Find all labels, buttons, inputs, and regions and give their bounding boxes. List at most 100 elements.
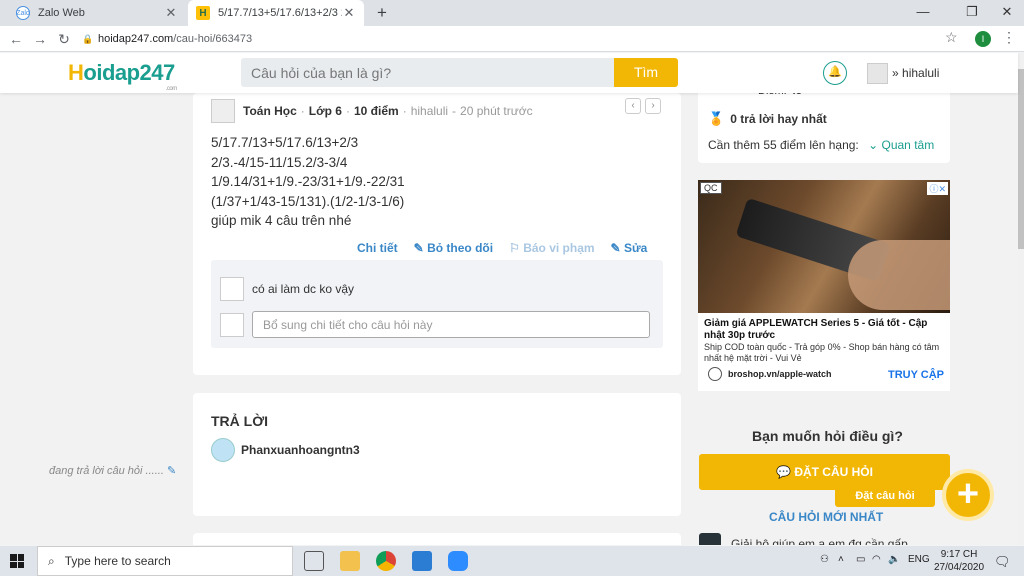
windows-start-icon[interactable] [10, 554, 24, 568]
ad-badge: QC [700, 182, 722, 194]
task-view-icon[interactable] [304, 551, 324, 571]
best-answers: 🏅 0 trả lời hay nhất [708, 111, 827, 126]
browser-tab-bar: Zalo Zalo Web ✕ H 5/17.7/13+5/17.6/13+2/… [0, 0, 1024, 26]
edit-button[interactable]: ✎ Sửa [611, 241, 648, 255]
close-window-icon[interactable]: ✕ [990, 0, 1024, 26]
word-icon[interactable] [412, 551, 432, 571]
minimize-icon[interactable]: — [906, 0, 940, 26]
site-logo[interactable]: Hoidap247 .com [68, 60, 177, 92]
answerer-avatar [211, 438, 235, 462]
tray-chevron-icon[interactable]: ˄ [838, 554, 844, 565]
tab-zalo-web[interactable]: Zalo Zalo Web ✕ [8, 0, 186, 26]
search-icon: ⌕ [48, 553, 55, 568]
grade-link[interactable]: Lớp 6 [309, 104, 342, 118]
flag-icon: ⚐ [509, 241, 520, 255]
answerer[interactable]: Phanxuanhoangntn3 [211, 438, 360, 462]
new-tab-icon[interactable]: + [372, 3, 392, 23]
address-bar: ← → ↻ 🔒 hoidap247.com /cau-hoi/663473 ☆ … [0, 26, 1024, 52]
comment-input[interactable]: Bổ sung chi tiết cho câu hỏi này [252, 311, 650, 338]
asker-avatar[interactable] [211, 99, 235, 123]
medal-icon: 🏅 [708, 111, 725, 126]
close-tab-icon[interactable]: ✕ [164, 5, 178, 21]
file-explorer-icon[interactable] [340, 551, 360, 571]
points-label: 10 điểm [353, 104, 399, 118]
asker-name[interactable]: hihaluli [411, 104, 448, 118]
restore-icon[interactable]: ❐ [955, 0, 989, 26]
report-button[interactable]: ⚐ Báo vi phạm [509, 241, 594, 255]
next-question-icon[interactable]: › [645, 98, 661, 114]
zoom-icon[interactable] [448, 551, 468, 571]
ad-title[interactable]: Giảm giá APPLEWATCH Series 5 - Giá tốt -… [704, 318, 948, 342]
chat-icon: 💬 [776, 465, 791, 479]
subject-link[interactable]: Toán Học [243, 104, 297, 118]
ad-image[interactable]: QC ⓘ✕ [698, 180, 950, 313]
close-tab-icon[interactable]: ✕ [342, 5, 356, 21]
globe-icon [708, 367, 722, 381]
ad-banner[interactable]: QC ⓘ✕ Giảm giá APPLEWATCH Series 5 - Giá… [698, 180, 950, 391]
page-scrollbar[interactable] [1018, 53, 1024, 545]
commenter-avatar[interactable] [220, 277, 244, 301]
url-path: /cau-hoi/663473 [173, 33, 253, 45]
unfollow-button[interactable]: ✎ Bỏ theo dõi [414, 241, 493, 255]
next-card [193, 533, 681, 545]
chrome-icon[interactable] [376, 551, 396, 571]
site-header: Hoidap247 .com Câu hỏi của bạn là gì? Tìm… [0, 53, 1018, 93]
question-time: 20 phút trước [460, 104, 533, 118]
answers-heading: TRẢ LỜI [211, 413, 269, 429]
tray-people-icon[interactable]: ⚇ [820, 554, 829, 565]
detail-button[interactable]: Chi tiết [357, 241, 398, 255]
question-card: Toán Học · Lớp 6 · 10 điểm · hihaluli - … [193, 93, 681, 375]
follow-button[interactable]: ⌄ Quan tâm [868, 138, 934, 152]
lock-icon: 🔒 [82, 33, 94, 44]
answers-card: TRẢ LỜI Phanxuanhoangntn3 [193, 393, 681, 516]
page-viewport: Hoidap247 .com Câu hỏi của bạn là gì? Tìm… [0, 53, 1024, 545]
user-avatar[interactable] [867, 63, 888, 84]
search-button[interactable]: Tìm [614, 58, 678, 87]
notification-bell-icon[interactable]: 🔔 [823, 61, 847, 85]
back-icon[interactable]: ← [6, 29, 26, 49]
menu-kebab-icon[interactable]: ⋮ [1002, 29, 1016, 46]
windows-taskbar: ⌕ Type here to search ⚇ ˄ ▭ ◠ 🔈 ENG 9:17… [0, 546, 1024, 576]
pen-icon: ✎ [413, 241, 424, 255]
network-icon[interactable]: ◠ [872, 554, 881, 565]
volume-icon[interactable]: 🔈 [888, 554, 900, 565]
forward-icon[interactable]: → [30, 29, 50, 49]
ad-close-icon[interactable]: ⓘ✕ [927, 182, 948, 195]
profile-avatar[interactable]: I [975, 31, 991, 47]
ask-heading: Bạn muốn hỏi điều gì? [752, 428, 903, 444]
username-menu[interactable]: » hihaluli [892, 66, 939, 80]
url-field[interactable]: 🔒 hoidap247.com /cau-hoi/663473 [82, 28, 972, 50]
tab-hoidap247[interactable]: H 5/17.7/13+5/17.6/13+2/3 2/3.-4/ ✕ [188, 0, 364, 26]
taskbar-search-input[interactable]: ⌕ Type here to search [37, 546, 293, 576]
rank-progress: Cần thêm 55 điểm lên hạng: ⌄ Quan tâm [708, 138, 935, 152]
prev-question-icon[interactable]: ‹ [625, 98, 641, 114]
tab-title: 5/17.7/13+5/17.6/13+2/3 2/3.-4/ [218, 7, 342, 19]
new-questions-heading[interactable]: CÂU HỎI MỚI NHẤT [769, 510, 883, 524]
floating-add-button[interactable]: + [942, 469, 994, 521]
ad-description: Ship COD toàn quốc - Trả góp 0% - Shop b… [704, 342, 940, 363]
search-input[interactable]: Câu hỏi của bạn là gì? [241, 58, 614, 87]
comment-item: có ai làm dc ko vậy [220, 277, 354, 301]
question-body: 5/17.7/13+5/17.6/13+2/3 2/3.-4/15-11/15.… [211, 135, 405, 228]
url-domain: hoidap247.com [98, 33, 174, 45]
hoidap-favicon-icon: H [196, 6, 210, 20]
zalo-favicon-icon: Zalo [16, 6, 30, 20]
battery-icon[interactable]: ▭ [856, 554, 865, 565]
clock[interactable]: 9:17 CH 27/04/2020 [934, 548, 984, 574]
bookmark-star-icon[interactable]: ☆ [945, 29, 958, 46]
comments-box: có ai làm dc ko vậy Bổ sung chi tiết cho… [211, 260, 663, 348]
my-avatar [220, 312, 244, 337]
ad-cta-button[interactable]: TRUY CẬP [888, 369, 944, 381]
question-meta: Toán Học · Lớp 6 · 10 điểm · hihaluli - … [211, 99, 533, 123]
ask-tooltip: Đặt câu hỏi [835, 485, 935, 507]
question-avatar [699, 533, 721, 545]
typing-status: đang trả lời câu hỏi ...... ✎ [49, 465, 177, 477]
question-actions: Chi tiết ✎ Bỏ theo dõi ⚐ Báo vi phạm ✎ S… [357, 241, 647, 255]
language-indicator[interactable]: ENG [908, 554, 930, 565]
notifications-icon[interactable]: 🗨 [994, 554, 1011, 570]
comment-text: có ai làm dc ko vậy [252, 282, 355, 296]
ad-site[interactable]: broshop.vn/apple-watch [708, 367, 832, 381]
reload-icon[interactable]: ↻ [54, 29, 74, 49]
new-question-item[interactable]: Giải hộ giúp em a em đg cần gấp [699, 533, 908, 545]
tab-title: Zalo Web [38, 7, 85, 19]
